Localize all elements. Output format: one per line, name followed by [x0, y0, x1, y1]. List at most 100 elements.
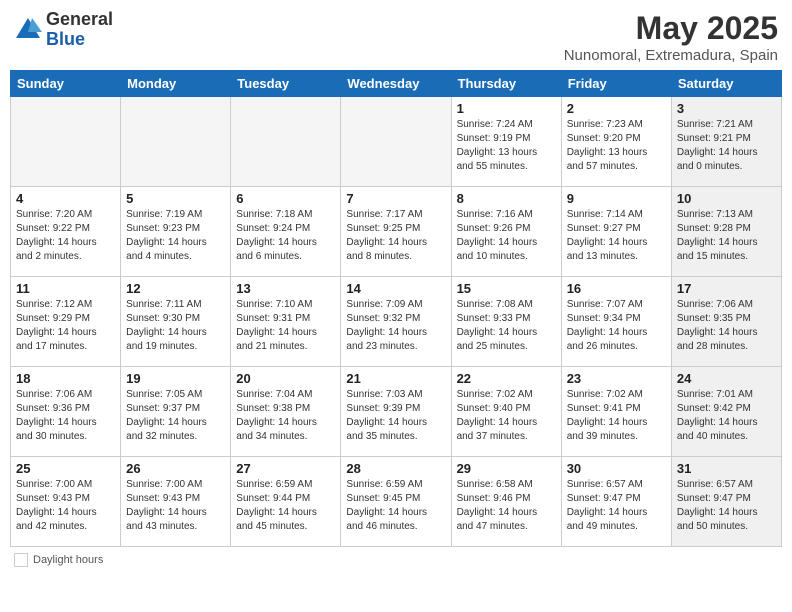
location-title: Nunomoral, Extremadura, Spain	[564, 47, 778, 64]
calendar-cell: 12 Sunrise: 7:11 AM Sunset: 9:30 PM Dayli…	[121, 277, 231, 367]
day-number: 12	[126, 281, 225, 296]
calendar-week-row: 11 Sunrise: 7:12 AM Sunset: 9:29 PM Dayli…	[11, 277, 782, 367]
day-number: 24	[677, 371, 776, 386]
day-number: 18	[16, 371, 115, 386]
calendar-cell: 28 Sunrise: 6:59 AM Sunset: 9:45 PM Dayli…	[341, 457, 451, 547]
day-number: 5	[126, 191, 225, 206]
calendar-cell: 4Sunrise: 7:20 AM Sunset: 9:22 PM Daylig…	[11, 187, 121, 277]
calendar-cell	[231, 97, 341, 187]
day-number: 14	[346, 281, 445, 296]
day-number: 4	[16, 191, 115, 206]
day-info: Sunrise: 7:12 AM Sunset: 9:29 PM Dayligh…	[16, 298, 115, 354]
day-info: Sunrise: 7:23 AM Sunset: 9:20 PM Dayligh…	[567, 118, 666, 174]
calendar-cell: 7Sunrise: 7:17 AM Sunset: 9:25 PM Daylig…	[341, 187, 451, 277]
day-number: 16	[567, 281, 666, 296]
day-info: Sunrise: 7:04 AM Sunset: 9:38 PM Dayligh…	[236, 388, 335, 444]
day-info: Sunrise: 7:06 AM Sunset: 9:35 PM Dayligh…	[677, 298, 776, 354]
calendar-cell: 20 Sunrise: 7:04 AM Sunset: 9:38 PM Dayli…	[231, 367, 341, 457]
calendar-cell: 30 Sunrise: 6:57 AM Sunset: 9:47 PM Dayli…	[561, 457, 671, 547]
col-header-tuesday: Tuesday	[231, 71, 341, 97]
col-header-wednesday: Wednesday	[341, 71, 451, 97]
calendar-cell: 27Sunrise: 6:59 AM Sunset: 9:44 PM Dayli…	[231, 457, 341, 547]
calendar-cell: 6Sunrise: 7:18 AM Sunset: 9:24 PM Daylig…	[231, 187, 341, 277]
day-info: Sunrise: 7:17 AM Sunset: 9:25 PM Dayligh…	[346, 208, 445, 264]
day-info: Sunrise: 7:13 AM Sunset: 9:28 PM Dayligh…	[677, 208, 776, 264]
day-info: Sunrise: 7:02 AM Sunset: 9:41 PM Dayligh…	[567, 388, 666, 444]
day-number: 17	[677, 281, 776, 296]
calendar-cell: 25 Sunrise: 7:00 AM Sunset: 9:43 PM Dayli…	[11, 457, 121, 547]
day-number: 11	[16, 281, 115, 296]
calendar-cell: 1 Sunrise: 7:24 AM Sunset: 9:19 PM Daylig…	[451, 97, 561, 187]
day-info: Sunrise: 7:01 AM Sunset: 9:42 PM Dayligh…	[677, 388, 776, 444]
calendar-cell: 24 Sunrise: 7:01 AM Sunset: 9:42 PM Dayli…	[671, 367, 781, 457]
legend-box	[14, 553, 28, 567]
calendar-cell: 21Sunrise: 7:03 AM Sunset: 9:39 PM Dayli…	[341, 367, 451, 457]
calendar-cell: 29 Sunrise: 6:58 AM Sunset: 9:46 PM Dayli…	[451, 457, 561, 547]
calendar-cell: 15Sunrise: 7:08 AM Sunset: 9:33 PM Dayli…	[451, 277, 561, 367]
day-info: Sunrise: 7:03 AM Sunset: 9:39 PM Dayligh…	[346, 388, 445, 444]
calendar-cell	[11, 97, 121, 187]
day-info: Sunrise: 7:07 AM Sunset: 9:34 PM Dayligh…	[567, 298, 666, 354]
day-number: 22	[457, 371, 556, 386]
logo: General Blue	[14, 10, 113, 50]
calendar-cell: 11 Sunrise: 7:12 AM Sunset: 9:29 PM Dayli…	[11, 277, 121, 367]
day-number: 28	[346, 461, 445, 476]
page-header: General Blue May 2025 Nunomoral, Extrema…	[10, 10, 782, 64]
logo-icon	[14, 16, 42, 44]
day-info: Sunrise: 7:00 AM Sunset: 9:43 PM Dayligh…	[16, 478, 115, 534]
day-info: Sunrise: 7:05 AM Sunset: 9:37 PM Dayligh…	[126, 388, 225, 444]
col-header-thursday: Thursday	[451, 71, 561, 97]
day-info: Sunrise: 7:19 AM Sunset: 9:23 PM Dayligh…	[126, 208, 225, 264]
day-number: 19	[126, 371, 225, 386]
day-number: 20	[236, 371, 335, 386]
calendar-cell: 14 Sunrise: 7:09 AM Sunset: 9:32 PM Dayli…	[341, 277, 451, 367]
calendar-cell: 23Sunrise: 7:02 AM Sunset: 9:41 PM Dayli…	[561, 367, 671, 457]
day-number: 13	[236, 281, 335, 296]
day-number: 15	[457, 281, 556, 296]
calendar-cell: 10 Sunrise: 7:13 AM Sunset: 9:28 PM Dayli…	[671, 187, 781, 277]
day-number: 1	[457, 101, 556, 116]
day-info: Sunrise: 7:18 AM Sunset: 9:24 PM Dayligh…	[236, 208, 335, 264]
calendar-cell: 8 Sunrise: 7:16 AM Sunset: 9:26 PM Daylig…	[451, 187, 561, 277]
day-info: Sunrise: 6:59 AM Sunset: 9:45 PM Dayligh…	[346, 478, 445, 534]
day-info: Sunrise: 7:21 AM Sunset: 9:21 PM Dayligh…	[677, 118, 776, 174]
day-info: Sunrise: 7:00 AM Sunset: 9:43 PM Dayligh…	[126, 478, 225, 534]
col-header-sunday: Sunday	[11, 71, 121, 97]
calendar-week-row: 1 Sunrise: 7:24 AM Sunset: 9:19 PM Daylig…	[11, 97, 782, 187]
calendar-cell: 9Sunrise: 7:14 AM Sunset: 9:27 PM Daylig…	[561, 187, 671, 277]
calendar-cell: 31Sunrise: 6:57 AM Sunset: 9:47 PM Dayli…	[671, 457, 781, 547]
calendar-header-row: SundayMondayTuesdayWednesdayThursdayFrid…	[11, 71, 782, 97]
day-number: 30	[567, 461, 666, 476]
day-info: Sunrise: 7:16 AM Sunset: 9:26 PM Dayligh…	[457, 208, 556, 264]
day-info: Sunrise: 7:14 AM Sunset: 9:27 PM Dayligh…	[567, 208, 666, 264]
calendar-week-row: 4Sunrise: 7:20 AM Sunset: 9:22 PM Daylig…	[11, 187, 782, 277]
day-info: Sunrise: 6:57 AM Sunset: 9:47 PM Dayligh…	[567, 478, 666, 534]
day-info: Sunrise: 7:09 AM Sunset: 9:32 PM Dayligh…	[346, 298, 445, 354]
day-info: Sunrise: 7:24 AM Sunset: 9:19 PM Dayligh…	[457, 118, 556, 174]
calendar-week-row: 25 Sunrise: 7:00 AM Sunset: 9:43 PM Dayli…	[11, 457, 782, 547]
calendar-cell	[121, 97, 231, 187]
calendar-cell: 3 Sunrise: 7:21 AM Sunset: 9:21 PM Daylig…	[671, 97, 781, 187]
logo-general: General	[46, 10, 113, 30]
day-info: Sunrise: 7:11 AM Sunset: 9:30 PM Dayligh…	[126, 298, 225, 354]
day-number: 3	[677, 101, 776, 116]
day-number: 25	[16, 461, 115, 476]
col-header-friday: Friday	[561, 71, 671, 97]
day-info: Sunrise: 7:06 AM Sunset: 9:36 PM Dayligh…	[16, 388, 115, 444]
col-header-saturday: Saturday	[671, 71, 781, 97]
calendar-cell: 13 Sunrise: 7:10 AM Sunset: 9:31 PM Dayli…	[231, 277, 341, 367]
day-number: 8	[457, 191, 556, 206]
col-header-monday: Monday	[121, 71, 231, 97]
logo-text: General Blue	[46, 10, 113, 50]
footer: Daylight hours	[10, 553, 782, 567]
title-section: May 2025 Nunomoral, Extremadura, Spain	[564, 10, 778, 64]
calendar-cell: 5 Sunrise: 7:19 AM Sunset: 9:23 PM Daylig…	[121, 187, 231, 277]
calendar-cell: 2Sunrise: 7:23 AM Sunset: 9:20 PM Daylig…	[561, 97, 671, 187]
day-info: Sunrise: 6:58 AM Sunset: 9:46 PM Dayligh…	[457, 478, 556, 534]
calendar-cell: 22Sunrise: 7:02 AM Sunset: 9:40 PM Dayli…	[451, 367, 561, 457]
day-info: Sunrise: 7:10 AM Sunset: 9:31 PM Dayligh…	[236, 298, 335, 354]
day-number: 10	[677, 191, 776, 206]
calendar-cell: 17 Sunrise: 7:06 AM Sunset: 9:35 PM Dayli…	[671, 277, 781, 367]
calendar-week-row: 18 Sunrise: 7:06 AM Sunset: 9:36 PM Dayli…	[11, 367, 782, 457]
day-number: 29	[457, 461, 556, 476]
